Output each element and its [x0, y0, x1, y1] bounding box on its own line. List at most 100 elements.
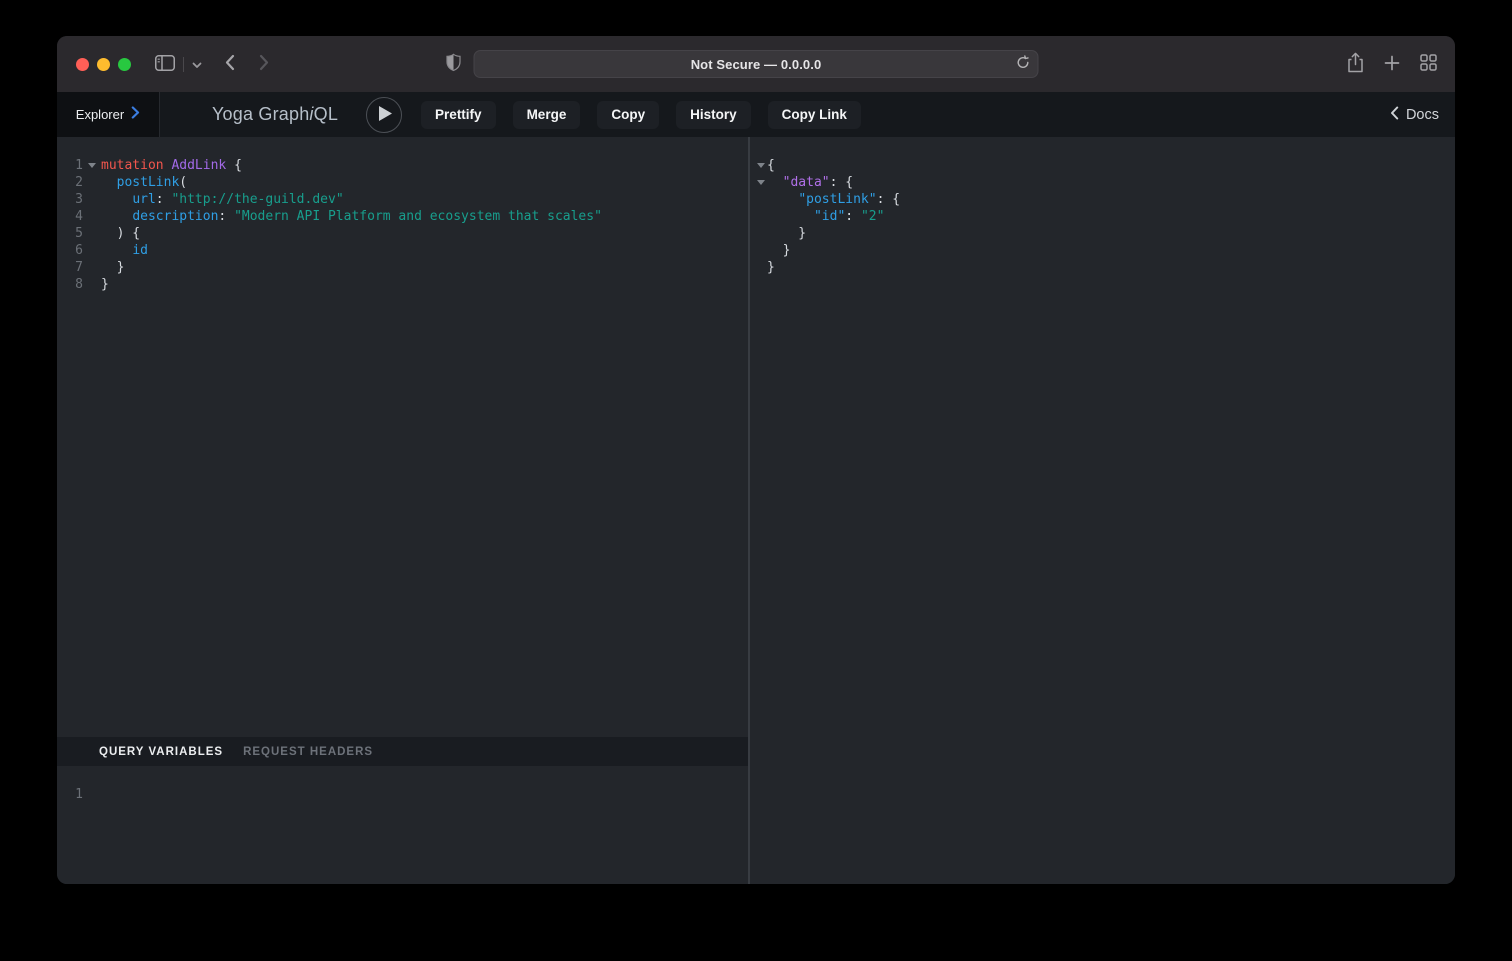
sidebar-toggle-button[interactable]: [155, 55, 175, 74]
chevron-right-icon: [131, 106, 140, 124]
code-line[interactable]: 6 id: [57, 242, 748, 259]
docs-button[interactable]: Docs: [1390, 106, 1439, 124]
response-viewer[interactable]: { "data": { "postLink": { "id": "2" } }}: [750, 137, 1455, 884]
merge-button[interactable]: Merge: [513, 101, 581, 129]
tab-overview-button[interactable]: [1420, 54, 1437, 74]
fold-spacer: [83, 208, 101, 225]
fold-arrow-icon[interactable]: [755, 174, 767, 191]
line-number: 5: [57, 225, 83, 242]
fold-spacer: [83, 786, 101, 803]
line-number: 2: [57, 174, 83, 191]
fold-spacer: [755, 191, 767, 208]
zoom-window-button[interactable]: [118, 58, 131, 71]
query-editor[interactable]: 1mutation AddLink {2 postLink(3 url: "ht…: [57, 137, 748, 737]
code-text: postLink(: [101, 174, 187, 191]
fold-spacer: [83, 259, 101, 276]
code-line[interactable]: 2 postLink(: [57, 174, 748, 191]
query-variables-editor[interactable]: 1: [57, 766, 748, 884]
traffic-lights: [76, 58, 131, 71]
code-line[interactable]: 7 }: [57, 259, 748, 276]
sidebar-icon: [155, 55, 175, 74]
code-text: }: [767, 225, 806, 242]
grid-icon: [1420, 54, 1437, 74]
fold-spacer: [755, 242, 767, 259]
fold-arrow-icon[interactable]: [83, 157, 101, 174]
shield-icon: [446, 54, 461, 75]
code-line[interactable]: "id": "2": [750, 208, 1455, 225]
close-window-button[interactable]: [76, 58, 89, 71]
code-text: }: [101, 259, 124, 276]
line-number: 1: [57, 157, 83, 174]
toolbar-buttons: Prettify Merge Copy History Copy Link: [421, 101, 861, 129]
code-text: {: [767, 157, 775, 174]
code-text: "postLink": {: [767, 191, 900, 208]
left-pane: 1mutation AddLink {2 postLink(3 url: "ht…: [57, 137, 748, 884]
share-icon: [1347, 52, 1364, 76]
code-line[interactable]: 4 description: "Modern API Platform and …: [57, 208, 748, 225]
code-text: "data": {: [767, 174, 853, 191]
back-button[interactable]: [224, 54, 235, 74]
code-text: }: [767, 242, 790, 259]
tab-request-headers[interactable]: REQUEST HEADERS: [243, 746, 373, 758]
prettify-button[interactable]: Prettify: [421, 101, 496, 129]
line-number: 4: [57, 208, 83, 225]
explorer-toggle[interactable]: Explorer: [57, 92, 160, 137]
chevron-right-icon: [259, 54, 270, 74]
tab-query-variables[interactable]: QUERY VARIABLES: [99, 746, 223, 758]
forward-button[interactable]: [259, 54, 270, 74]
code-line[interactable]: }: [750, 242, 1455, 259]
code-line[interactable]: {: [750, 157, 1455, 174]
code-text: ) {: [101, 225, 140, 242]
fold-arrow-icon[interactable]: [755, 157, 767, 174]
browser-window: Not Secure — 0.0.0.0: [57, 36, 1455, 884]
content-area: 1mutation AddLink {2 postLink(3 url: "ht…: [57, 137, 1455, 884]
reload-button[interactable]: [1016, 55, 1031, 73]
chrome-right-controls: [1347, 36, 1437, 92]
code-text: }: [101, 276, 109, 293]
explorer-label: Explorer: [76, 107, 124, 122]
fold-spacer: [83, 276, 101, 293]
divider: [183, 57, 184, 72]
execute-query-button[interactable]: [366, 97, 402, 133]
code-text: "id": "2": [767, 208, 884, 225]
code-text: mutation AddLink {: [101, 157, 242, 174]
docs-label: Docs: [1406, 107, 1439, 123]
copy-link-button[interactable]: Copy Link: [768, 101, 861, 129]
plus-icon: [1384, 55, 1400, 74]
code-line[interactable]: }: [750, 259, 1455, 276]
fold-spacer: [83, 242, 101, 259]
chevron-left-icon: [224, 54, 235, 74]
page-title: Yoga GraphiQL: [212, 104, 338, 125]
line-number: 8: [57, 276, 83, 293]
chevron-left-icon: [1390, 106, 1399, 124]
code-line[interactable]: 3 url: "http://the-guild.dev": [57, 191, 748, 208]
desktop-background: Not Secure — 0.0.0.0: [0, 0, 1512, 961]
chevron-down-icon: [192, 57, 202, 72]
code-line[interactable]: 5 ) {: [57, 225, 748, 242]
fold-spacer: [83, 225, 101, 242]
code-text: url: "http://the-guild.dev": [101, 191, 344, 208]
graphiql-toolbar: Explorer Yoga GraphiQL Prettify Merge: [57, 92, 1455, 137]
minimize-window-button[interactable]: [97, 58, 110, 71]
code-line[interactable]: }: [750, 225, 1455, 242]
share-button[interactable]: [1347, 52, 1364, 76]
code-line[interactable]: "postLink": {: [750, 191, 1455, 208]
new-tab-button[interactable]: [1384, 55, 1400, 74]
privacy-report-button[interactable]: [446, 54, 461, 75]
copy-button[interactable]: Copy: [597, 101, 659, 129]
code-text: }: [767, 259, 775, 276]
code-line[interactable]: 1 mutation AddLink {: [57, 157, 748, 174]
code-line[interactable]: 1: [57, 786, 748, 803]
reload-icon: [1016, 55, 1031, 73]
play-icon: [379, 106, 392, 124]
code-line[interactable]: 8}: [57, 276, 748, 293]
line-number: 1: [57, 786, 83, 803]
fold-spacer: [755, 225, 767, 242]
fold-spacer: [83, 174, 101, 191]
address-bar[interactable]: Not Secure — 0.0.0.0: [474, 50, 1039, 78]
history-button[interactable]: History: [676, 101, 751, 129]
sidebar-dropdown-button[interactable]: [192, 57, 202, 72]
line-number: 7: [57, 259, 83, 276]
address-bar-text: Not Secure — 0.0.0.0: [691, 57, 822, 72]
code-line[interactable]: "data": {: [750, 174, 1455, 191]
